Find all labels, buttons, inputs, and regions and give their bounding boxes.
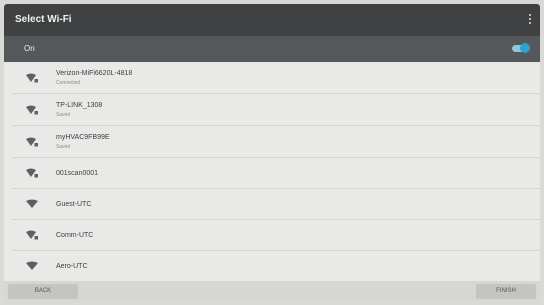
network-ssid: TP-LINK_1308 (56, 102, 103, 109)
wifi-lock-icon (26, 137, 38, 146)
wifi-toggle-label: On (24, 44, 35, 53)
wifi-icon (26, 261, 38, 270)
network-ssid: Aero-UTC (56, 263, 88, 270)
wifi-lock-icon (26, 168, 38, 178)
wifi-setup-screen: Select Wi-Fi On Verizon-MiFi6620L-4818 C… (4, 4, 540, 301)
title-bar: Select Wi-Fi (4, 4, 540, 36)
network-status: Saved (56, 112, 71, 118)
overflow-menu-icon[interactable] (528, 14, 532, 26)
bottom-nav-bar: BACK FINISH (4, 281, 540, 301)
wifi-toggle-switch[interactable] (512, 43, 530, 53)
network-item[interactable]: Aero-UTC (12, 251, 540, 281)
network-item[interactable]: Guest-UTC (12, 189, 540, 220)
page-title: Select Wi-Fi (15, 14, 72, 25)
wifi-lock-icon (26, 73, 38, 82)
wifi-lock-icon (26, 230, 38, 240)
network-ssid: 001scan0001 (56, 170, 99, 177)
network-ssid: Verizon-MiFi6620L-4818 (56, 70, 133, 77)
network-item[interactable]: 001scan0001 (12, 158, 540, 189)
network-status: Saved (56, 144, 71, 150)
network-item[interactable]: TP-LINK_1308 Saved (12, 94, 540, 126)
network-item[interactable]: Verizon-MiFi6620L-4818 Connected (12, 62, 540, 94)
wifi-lock-icon (26, 105, 38, 114)
network-list[interactable]: Verizon-MiFi6620L-4818 Connected TP-LINK… (12, 62, 540, 281)
network-item[interactable]: Comm-UTC (12, 220, 540, 251)
toggle-knob (520, 43, 530, 53)
wifi-icon (26, 199, 38, 208)
finish-button[interactable]: FINISH (476, 284, 536, 299)
network-item[interactable]: myHVAC9FB99E Saved (12, 126, 540, 158)
wifi-toggle-bar: On (4, 36, 540, 62)
network-ssid: myHVAC9FB99E (56, 134, 110, 141)
network-status: Connected (56, 80, 81, 86)
network-ssid: Guest-UTC (56, 201, 92, 208)
back-button[interactable]: BACK (8, 284, 78, 299)
network-ssid: Comm-UTC (56, 232, 94, 239)
